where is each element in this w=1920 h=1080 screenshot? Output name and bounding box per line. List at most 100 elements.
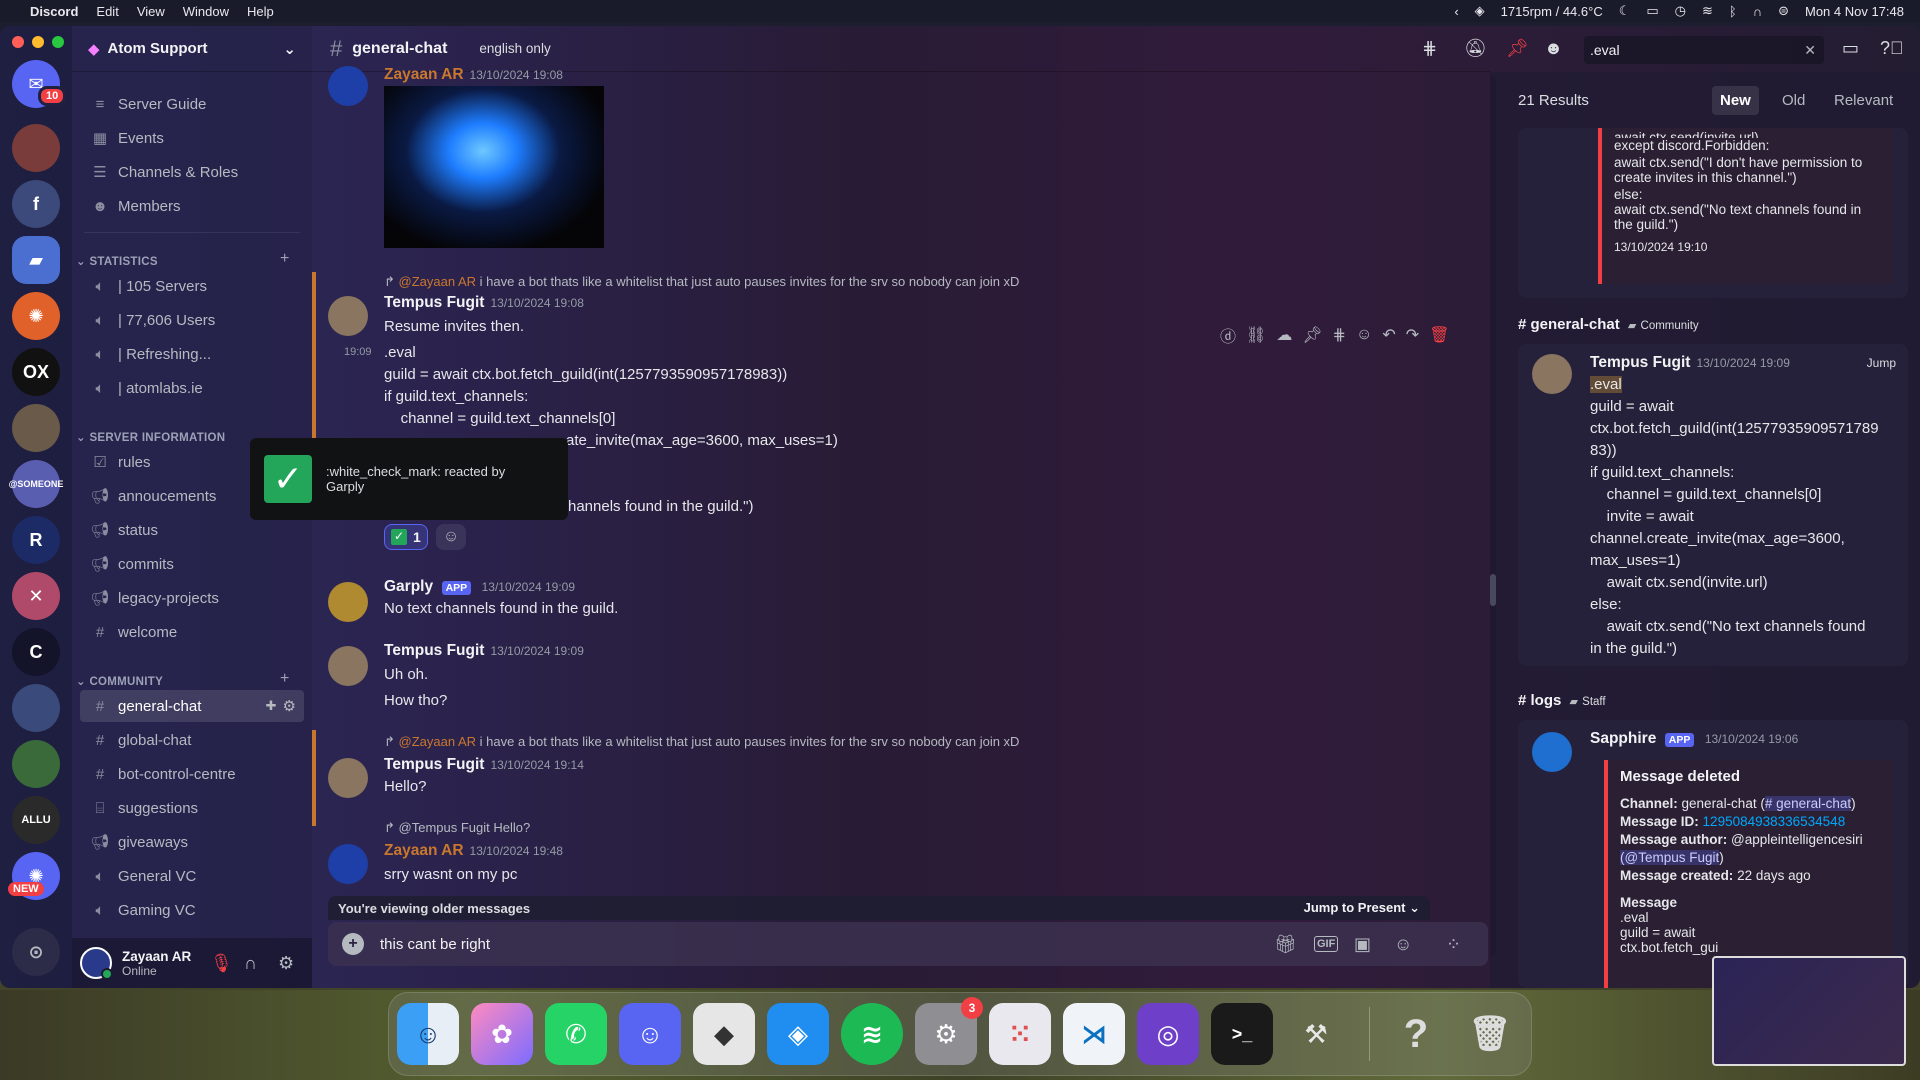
user-info[interactable]: Zayaan AR Online: [122, 949, 191, 978]
sticker-icon[interactable]: ▣: [1354, 934, 1371, 955]
search-result-card[interactable]: Tempus Fugit 13/10/2024 19:09 Jump .eval …: [1518, 344, 1908, 666]
roblox-icon[interactable]: ◆: [693, 1003, 755, 1065]
app-menu-name[interactable]: Discord: [30, 4, 78, 19]
layers-icon[interactable]: ◈: [1475, 3, 1485, 19]
menu-view[interactable]: View: [137, 4, 165, 19]
jump-to-present-button[interactable]: Jump to Present ⌄: [1304, 900, 1420, 916]
category-server-information[interactable]: ⌄ SERVER INFORMATION: [76, 430, 225, 444]
invite-icon[interactable]: ✚: [266, 698, 277, 714]
mute-icon[interactable]: 🎙︎: [210, 953, 233, 974]
reply-preview[interactable]: ↱ @Tempus Fugit Hello?: [384, 820, 530, 836]
inbox-icon[interactable]: ▭: [1842, 38, 1859, 59]
vscode-icon[interactable]: ⋊: [1063, 1003, 1125, 1065]
launchpad-icon[interactable]: ⁙: [989, 1003, 1051, 1065]
author-name[interactable]: Zayaan AR: [384, 66, 464, 83]
member-list-icon[interactable]: ☻: [1544, 38, 1563, 59]
avatar[interactable]: [328, 844, 368, 884]
author-name[interactable]: Sapphire: [1590, 730, 1656, 747]
channel-giveaways[interactable]: 📢︎ giveaways: [80, 826, 304, 858]
avatar[interactable]: [1532, 732, 1572, 772]
members-item[interactable]: ☻ Members: [80, 190, 304, 222]
hash-icon[interactable]: ⋕: [1333, 325, 1346, 345]
add-channel-icon[interactable]: +: [280, 250, 289, 268]
gif-icon[interactable]: GIF: [1314, 936, 1339, 952]
server-icon-4[interactable]: ✕: [12, 572, 60, 620]
tab-old[interactable]: Old: [1782, 92, 1805, 109]
discover-icon[interactable]: ⊙: [12, 928, 60, 976]
system-settings-icon[interactable]: ⚙ 3: [915, 997, 983, 1065]
server-icon-1[interactable]: [12, 124, 60, 172]
channel-bot-control-centre[interactable]: # bot-control-centre: [80, 758, 304, 790]
search-result-card[interactable]: Sapphire APP 13/10/2024 19:06 Message de…: [1518, 720, 1908, 988]
clear-search-icon[interactable]: ✕: [1804, 42, 1816, 59]
result-channel-header[interactable]: # general-chat ▰ Community: [1518, 316, 1699, 333]
link-icon[interactable]: ⛓: [1246, 325, 1266, 345]
wifi-icon[interactable]: ≋: [1702, 3, 1713, 19]
menu-help[interactable]: Help: [247, 4, 274, 19]
channel-suggestions[interactable]: ⌸ suggestions: [80, 792, 304, 824]
avatar[interactable]: [328, 758, 368, 798]
author-name[interactable]: Zayaan AR: [384, 842, 464, 859]
search-box[interactable]: .eval ✕: [1584, 36, 1824, 64]
github-icon[interactable]: ◎: [1137, 1003, 1199, 1065]
direct-messages-button[interactable]: ✉ 10: [12, 60, 67, 108]
channel-welcome[interactable]: # welcome: [80, 616, 304, 648]
headphones-icon[interactable]: ∩: [244, 953, 257, 974]
jump-button[interactable]: Jump: [1867, 356, 1896, 370]
channel-commits[interactable]: 📢︎ commits: [80, 548, 304, 580]
control-center-icon[interactable]: ⊜: [1778, 3, 1789, 19]
thread-icon[interactable]: ☁: [1276, 325, 1292, 345]
whatsapp-icon[interactable]: ✆: [545, 1003, 607, 1065]
moon-icon[interactable]: ☾: [1619, 3, 1631, 19]
avatar[interactable]: [328, 646, 368, 686]
help-icon[interactable]: ?: [1385, 1003, 1447, 1065]
server-icon-c[interactable]: C: [12, 628, 60, 676]
message-input[interactable]: this cant be right: [380, 936, 490, 953]
server-icon-ox[interactable]: OX: [12, 348, 60, 396]
menu-window[interactable]: Window: [183, 4, 229, 19]
reply-preview[interactable]: ↱ @Zayaan AR i have a bot thats like a w…: [384, 734, 1019, 750]
message-id-link[interactable]: 1295084938336534548: [1703, 814, 1846, 829]
server-icon-5[interactable]: [12, 684, 60, 732]
channel-topic[interactable]: english only: [479, 41, 550, 56]
channel-general-chat[interactable]: # general-chat ✚ ⚙: [80, 690, 304, 722]
discord-icon[interactable]: ☺: [619, 1003, 681, 1065]
channel-link[interactable]: # general-chat: [1764, 796, 1852, 811]
bluetooth-icon[interactable]: ᛒ: [1729, 4, 1737, 19]
category-community[interactable]: ⌄ COMMUNITY: [76, 674, 163, 688]
chevron-left-icon[interactable]: ‹: [1454, 4, 1458, 19]
stat-users[interactable]: 🔈︎ | 77,606 Users: [80, 304, 304, 336]
add-channel-icon[interactable]: +: [280, 670, 289, 688]
emoji-icon[interactable]: ☺: [1356, 326, 1372, 344]
server-icon-6[interactable]: [12, 740, 60, 788]
avatar[interactable]: [328, 66, 368, 106]
user-avatar[interactable]: [80, 947, 113, 980]
display-icon[interactable]: ▭: [1646, 3, 1658, 19]
category-statistics[interactable]: ⌄ STATISTICS: [76, 254, 158, 268]
user-mention[interactable]: (@Tempus Fugit: [1620, 850, 1720, 865]
add-reaction-button[interactable]: ☺: [436, 524, 466, 550]
author-name[interactable]: Garply: [384, 578, 433, 595]
events-item[interactable]: ▦ Events: [80, 122, 304, 154]
zoom-window-button[interactable]: [52, 36, 64, 48]
channel-global-chat[interactable]: # global-chat: [80, 724, 304, 756]
avatar[interactable]: [328, 296, 368, 336]
terminal-icon[interactable]: >_: [1211, 1003, 1273, 1065]
help-icon[interactable]: ?⃝: [1880, 38, 1904, 59]
trash-icon[interactable]: 🗑︎: [1459, 1003, 1521, 1065]
stat-refreshing[interactable]: 🔈︎ | Refreshing...: [80, 338, 304, 370]
fan-stats[interactable]: 1715rpm / 44.6°C: [1501, 4, 1603, 19]
clock-icon[interactable]: ◷: [1675, 3, 1686, 19]
channel-gaming-vc[interactable]: 🔈︎ Gaming VC: [80, 894, 304, 926]
search-result-card[interactable]: await ctx.send(invite.url) except discor…: [1518, 128, 1908, 298]
photo-app-icon[interactable]: ✿: [471, 1003, 533, 1065]
tab-relevant[interactable]: Relevant: [1834, 92, 1893, 109]
server-header[interactable]: ◆ Atom Support ⌄: [72, 26, 312, 72]
minimize-window-button[interactable]: [32, 36, 44, 48]
server-icon-r[interactable]: R: [12, 516, 60, 564]
author-name[interactable]: Tempus Fugit: [384, 642, 484, 659]
copy-id-icon[interactable]: ⓓ: [1220, 323, 1236, 347]
avatar[interactable]: [328, 582, 368, 622]
message-image[interactable]: [384, 86, 604, 248]
server-icon-2[interactable]: f: [12, 180, 60, 228]
